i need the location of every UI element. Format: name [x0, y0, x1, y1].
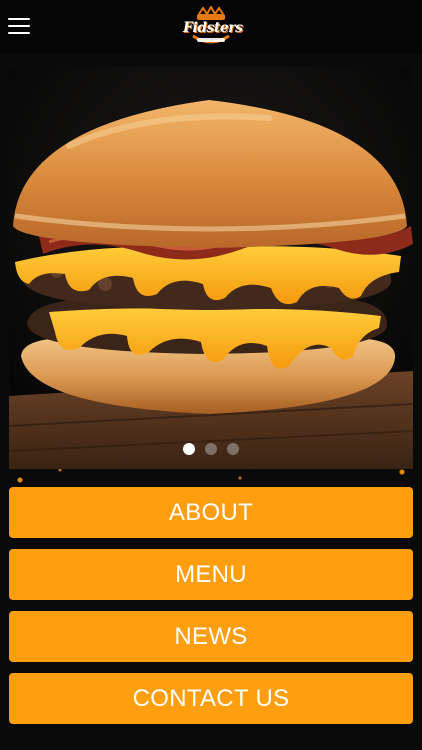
news-button[interactable]: NEWS — [9, 611, 413, 662]
burger-photo — [9, 66, 413, 469]
carousel-dot-1[interactable] — [183, 443, 195, 455]
main-navigation: ABOUT MENU NEWS CONTACT US — [9, 487, 413, 735]
hero-image-carousel[interactable] — [9, 66, 413, 469]
brand-logo[interactable]: Fidsters — [183, 4, 243, 50]
about-button[interactable]: ABOUT — [9, 487, 413, 538]
carousel-dot-2[interactable] — [205, 443, 217, 455]
carousel-dot-3[interactable] — [227, 443, 239, 455]
logo-text: Fidsters — [183, 20, 243, 36]
contact-us-button[interactable]: CONTACT US — [9, 673, 413, 724]
menu-button[interactable]: MENU — [9, 549, 413, 600]
hamburger-menu-icon[interactable] — [8, 18, 32, 38]
carousel-pagination — [9, 443, 413, 455]
top-bar: Fidsters — [0, 0, 422, 54]
app-screen: Fidsters ABOUT MENU NEWS CONTACT US — [0, 0, 422, 750]
